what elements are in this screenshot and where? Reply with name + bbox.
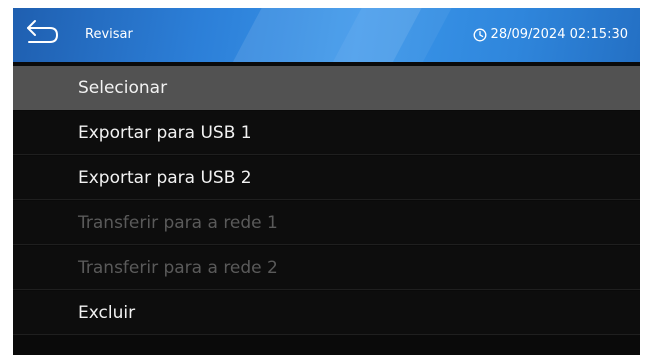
device-screen: Revisar 28/09/2024 02:15:30 Selecionar E… [13, 8, 640, 355]
page-title: Revisar [85, 27, 133, 42]
back-button[interactable] [23, 17, 63, 53]
menu-item-transferir-rede-1: Transferir para a rede 1 [13, 201, 640, 245]
options-menu: Selecionar Exportar para USB 1 Exportar … [13, 66, 640, 336]
status-datetime: 28/09/2024 02:15:30 [473, 25, 628, 45]
menu-item-selecionar[interactable]: Selecionar [13, 66, 640, 110]
menu-item-transferir-rede-2: Transferir para a rede 2 [13, 246, 640, 290]
header-bar: Revisar 28/09/2024 02:15:30 [13, 8, 640, 62]
menu-item-exportar-usb-1[interactable]: Exportar para USB 1 [13, 111, 640, 155]
back-arrow-icon [27, 20, 58, 43]
datetime-text: 28/09/2024 02:15:30 [490, 27, 628, 42]
clock-icon [473, 28, 486, 42]
menu-item-exportar-usb-2[interactable]: Exportar para USB 2 [13, 156, 640, 200]
menu-item-excluir[interactable]: Excluir [13, 291, 640, 335]
